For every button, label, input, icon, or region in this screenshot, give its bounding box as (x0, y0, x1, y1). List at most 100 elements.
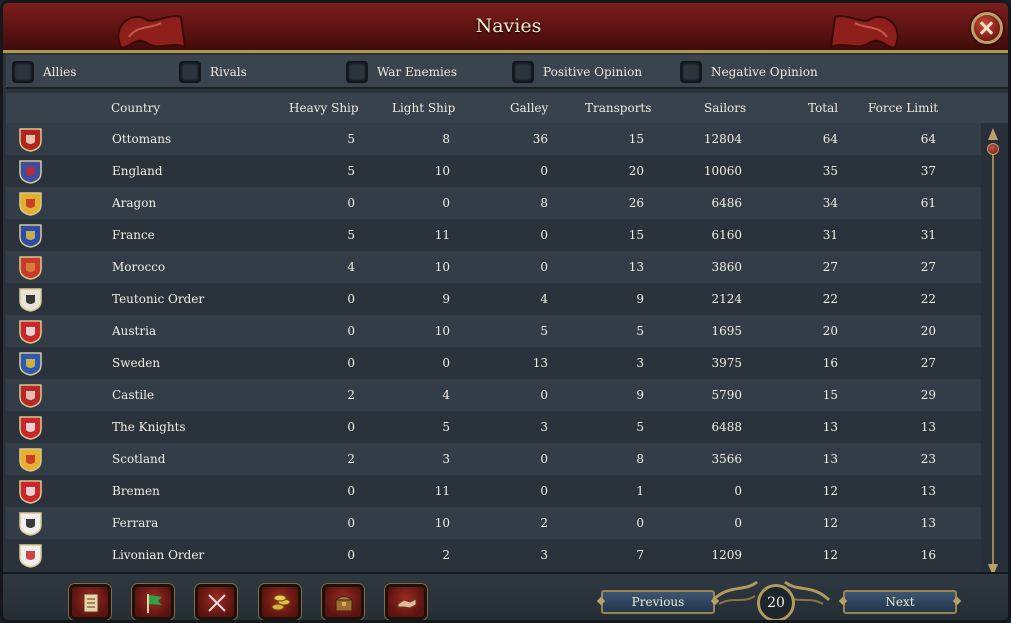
column-header-force-limit[interactable]: Force Limit (868, 101, 938, 115)
filter-positive-opinion[interactable]: Positive Opinion (512, 59, 642, 85)
filter-label: War Enemies (377, 65, 458, 79)
table-row[interactable]: Ferrara 0 10 2 0 0 12 13 (6, 507, 981, 539)
england-flag-icon[interactable] (18, 159, 43, 184)
table-row[interactable]: Aragon 0 0 8 26 6486 34 61 (6, 187, 981, 219)
handshake-button[interactable] (385, 584, 427, 620)
filter-label: Allies (43, 65, 77, 79)
column-header-transports[interactable]: Transports (585, 101, 651, 115)
country-name[interactable]: Sweden (112, 356, 160, 370)
austria-flag-icon[interactable] (18, 319, 43, 344)
allies-checkbox[interactable] (12, 61, 34, 83)
chest-button[interactable] (322, 584, 364, 620)
column-header-total[interactable]: Total (808, 101, 838, 115)
scotland-flag-icon[interactable] (18, 447, 43, 472)
country-name[interactable]: France (112, 228, 155, 242)
bottom-toolbar: Previous 20 Next (3, 572, 1008, 620)
cell-force-limit: 13 (920, 516, 936, 530)
cell-sailors: 2124 (711, 292, 742, 306)
cell-transports: 15 (628, 228, 644, 242)
cell-light: 10 (434, 324, 450, 338)
cell-light: 11 (434, 484, 450, 498)
france-flag-icon[interactable] (18, 223, 43, 248)
column-header-heavy-ship[interactable]: Heavy Ship (289, 101, 359, 115)
coins-button[interactable] (259, 584, 301, 620)
ledger-button[interactable] (69, 584, 111, 620)
rivals-checkbox[interactable] (179, 61, 201, 83)
column-header-country[interactable]: Country (111, 101, 160, 115)
page-number-display: 20 (757, 584, 795, 620)
filter-war-enemies[interactable]: War Enemies (346, 59, 457, 85)
column-header-galley[interactable]: Galley (510, 101, 548, 115)
table-row[interactable]: Scotland 2 3 0 8 3566 13 23 (6, 443, 981, 475)
castile-flag-icon[interactable] (18, 383, 43, 408)
cell-transports: 3 (636, 356, 644, 370)
column-header-sailors[interactable]: Sailors (704, 101, 746, 115)
teutonic-order-flag-icon[interactable] (18, 287, 43, 312)
country-name[interactable]: Austria (112, 324, 156, 338)
table-row[interactable]: Austria 0 10 5 5 1695 20 20 (6, 315, 981, 347)
close-button[interactable] (971, 12, 1003, 44)
table-row[interactable]: England 5 10 0 20 10060 35 37 (6, 155, 981, 187)
cell-light: 8 (442, 132, 450, 146)
country-name[interactable]: Morocco (112, 260, 165, 274)
crossed-swords-button[interactable] (195, 584, 237, 620)
next-button[interactable]: Next (843, 590, 957, 614)
war-enemies-checkbox[interactable] (346, 61, 368, 83)
column-header-light-ship[interactable]: Light Ship (392, 101, 455, 115)
cell-total: 31 (822, 228, 838, 242)
table-row[interactable]: Ottomans 5 8 36 15 12804 64 64 (6, 123, 981, 155)
cell-force-limit: 27 (920, 356, 936, 370)
table-row[interactable]: Livonian Order 0 2 3 7 1209 12 16 (6, 539, 981, 571)
cell-transports: 7 (636, 548, 644, 562)
ferrara-flag-icon[interactable] (18, 511, 43, 536)
country-name[interactable]: Teutonic Order (112, 292, 204, 306)
cell-sailors: 3566 (711, 452, 742, 466)
flag-button[interactable] (132, 584, 174, 620)
previous-button[interactable]: Previous (601, 590, 715, 614)
scroll-up-arrow-icon[interactable] (987, 127, 999, 141)
country-name[interactable]: Ottomans (112, 132, 171, 146)
table-row[interactable]: Morocco 4 10 0 13 3860 27 27 (6, 251, 981, 283)
scroll-track[interactable] (992, 149, 994, 569)
table-row[interactable]: Sweden 0 0 13 3 3975 16 27 (6, 347, 981, 379)
positive-opinion-checkbox[interactable] (512, 61, 534, 83)
cell-sailors: 1695 (711, 324, 742, 338)
cell-sailors: 6488 (711, 420, 742, 434)
filter-negative-opinion[interactable]: Negative Opinion (680, 59, 818, 85)
country-name[interactable]: Ferrara (112, 516, 158, 530)
country-name[interactable]: Castile (112, 388, 154, 402)
bremen-flag-icon[interactable] (18, 479, 43, 504)
cell-light: 0 (442, 356, 450, 370)
filter-rivals[interactable]: Rivals (179, 59, 247, 85)
country-name[interactable]: Scotland (112, 452, 165, 466)
morocco-flag-icon[interactable] (18, 255, 43, 280)
table-row[interactable]: Bremen 0 11 0 1 0 12 13 (6, 475, 981, 507)
cell-total: 15 (822, 388, 838, 402)
country-name[interactable]: England (112, 164, 163, 178)
negative-opinion-checkbox[interactable] (680, 61, 702, 83)
sweden-flag-icon[interactable] (18, 351, 43, 376)
country-name[interactable]: Bremen (112, 484, 160, 498)
country-name[interactable]: Livonian Order (112, 548, 204, 562)
table-row[interactable]: Teutonic Order 0 9 4 9 2124 22 22 (6, 283, 981, 315)
cell-total: 13 (822, 452, 838, 466)
cell-light: 4 (442, 388, 450, 402)
aragon-flag-icon[interactable] (18, 191, 43, 216)
cell-galley: 0 (540, 452, 548, 466)
cell-light: 10 (434, 164, 450, 178)
cell-galley: 8 (540, 196, 548, 210)
table-scrollbar[interactable] (987, 127, 999, 577)
cell-galley: 0 (540, 228, 548, 242)
table-row[interactable]: France 5 11 0 15 6160 31 31 (6, 219, 981, 251)
ottomans-flag-icon[interactable] (18, 127, 43, 152)
livonian-order-flag-icon[interactable] (18, 543, 43, 568)
cell-light: 10 (434, 516, 450, 530)
scroll-thumb[interactable] (987, 143, 999, 155)
country-name[interactable]: Aragon (112, 196, 156, 210)
filter-allies[interactable]: Allies (12, 59, 76, 85)
table-row[interactable]: The Knights 0 5 3 5 6488 13 13 (6, 411, 981, 443)
table-row[interactable]: Castile 2 4 0 9 5790 15 29 (6, 379, 981, 411)
country-name[interactable]: The Knights (112, 420, 186, 434)
flag-icon (147, 594, 162, 613)
the-knights-flag-icon[interactable] (18, 415, 43, 440)
